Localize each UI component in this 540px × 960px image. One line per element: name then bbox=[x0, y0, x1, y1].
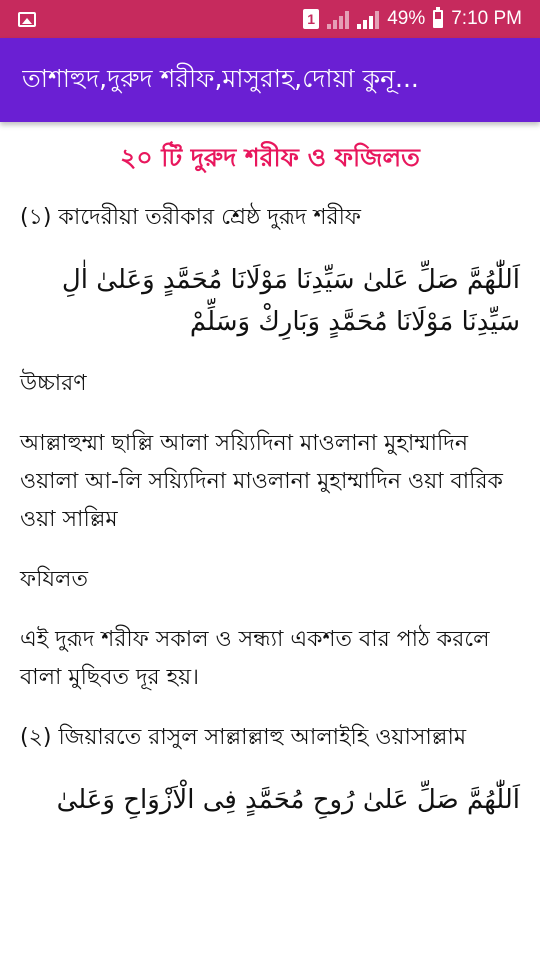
subheading-pronunciation: উচ্চারণ bbox=[20, 371, 87, 396]
section-title: (২) জিয়ারতে রাসুল সাল্লাল্লাহু আলাইহি ও… bbox=[20, 725, 467, 750]
battery-percent: 49% bbox=[387, 8, 426, 29]
sim-icon: 1 bbox=[303, 9, 320, 29]
signal-icon bbox=[327, 9, 350, 29]
virtue-text: এই দুরূদ শরীফ সকাল ও সন্ধ্যা একশত বার পা… bbox=[20, 627, 490, 690]
pronunciation-text: আল্লাহুম্মা ছাল্লি আলা সয়্যিদিনা মাওলান… bbox=[20, 431, 503, 532]
battery-icon bbox=[433, 7, 444, 28]
clock: 7:10 PM bbox=[451, 8, 522, 29]
status-bar: 1 49% 7:10 PM bbox=[0, 0, 540, 38]
app-title: তাশাহুদ,দুরুদ শরীফ,মাসুরাহ,দোয়া কুনূ... bbox=[22, 63, 419, 93]
signal-icon bbox=[357, 9, 380, 29]
arabic-text: اَللّٰهُمَّ صَلِّ عَلىٰ رُوحِ مُحَمَّدٍ … bbox=[56, 785, 520, 815]
status-right: 1 49% 7:10 PM bbox=[303, 7, 522, 30]
page-heading: ২০ টি দুরুদ শরীফ ও ফজিলত bbox=[120, 143, 420, 172]
arabic-text: اَللّٰهُمَّ صَلِّ عَلىٰ سَيِّدِنَا مَوْل… bbox=[61, 265, 520, 337]
app-bar: তাশাহুদ,দুরুদ শরীফ,মাসুরাহ,দোয়া কুনূ... bbox=[0, 38, 540, 122]
subheading-virtue: ফযিলত bbox=[20, 567, 88, 592]
gallery-icon bbox=[18, 11, 36, 27]
section-title: (১) কাদেরীয়া তরীকার শ্রেষ্ঠ দুরূদ শরীফ bbox=[20, 205, 361, 230]
content-scroll[interactable]: ২০ টি দুরুদ শরীফ ও ফজিলত (১) কাদেরীয়া ত… bbox=[0, 122, 540, 821]
status-left bbox=[18, 11, 36, 27]
